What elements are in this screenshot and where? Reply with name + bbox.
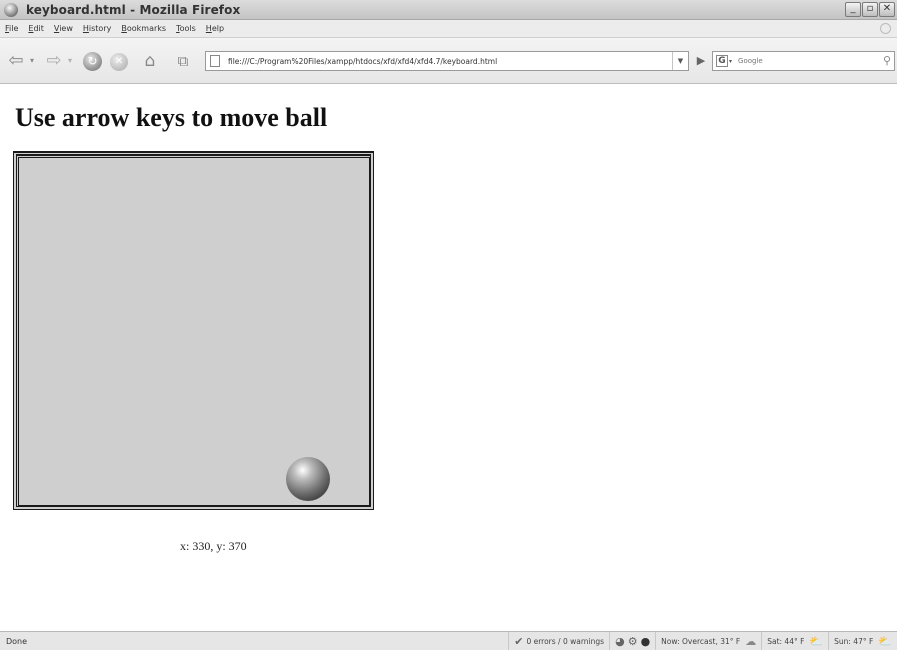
addon-clock-icon[interactable]: ◕	[615, 635, 625, 648]
search-engine-icon[interactable]: G	[716, 55, 728, 67]
url-dropdown-icon[interactable]: ▼	[672, 52, 688, 70]
firefox-globe-icon	[4, 2, 18, 17]
game-canvas[interactable]	[18, 157, 370, 506]
forward-arrow-icon[interactable]: ⇨	[42, 50, 66, 72]
magnifier-icon[interactable]: ⚲	[883, 54, 891, 67]
menu-view[interactable]: View	[54, 24, 73, 33]
stop-icon[interactable]: ✕	[110, 53, 128, 71]
menu-bar: File Edit View History Bookmarks Tools H…	[0, 20, 897, 38]
status-text: Done	[6, 636, 28, 646]
status-right: ✔ 0 errors / 0 warnings ◕ ⚙ ● Now: Overc…	[508, 632, 897, 650]
weather-sun-text: Sun: 47° F	[834, 636, 874, 646]
reload-icon[interactable]: ↻	[83, 52, 102, 71]
check-circle-icon: ✔	[514, 634, 524, 648]
close-button[interactable]: ✕	[879, 2, 895, 17]
game-frame	[13, 151, 374, 510]
errors-warnings-indicator[interactable]: ✔ 0 errors / 0 warnings	[508, 632, 609, 650]
menu-bookmarks[interactable]: Bookmarks	[121, 24, 166, 33]
menu-help[interactable]: Help	[206, 24, 224, 33]
search-box[interactable]: G ▾ ⚲	[712, 51, 895, 71]
window-controls: _ ▫ ✕	[845, 2, 895, 17]
menu-file[interactable]: File	[5, 24, 18, 33]
partly-cloudy-icon: ⛅	[809, 634, 824, 648]
errors-warnings-text: 0 errors / 0 warnings	[526, 636, 605, 646]
addon-gear-icon[interactable]: ⚙	[628, 635, 638, 648]
go-button[interactable]: ▶	[692, 53, 710, 69]
status-bar: Done ✔ 0 errors / 0 warnings ◕ ⚙ ● Now: …	[0, 631, 897, 650]
back-history-dropdown-icon[interactable]: ▾	[28, 50, 36, 72]
window-title: keyboard.html - Mozilla Firefox	[26, 2, 241, 17]
menu-tools[interactable]: Tools	[176, 24, 196, 33]
weather-now-text: Now: Overcast, 31° F	[661, 636, 741, 646]
menu-edit[interactable]: Edit	[28, 24, 44, 33]
minimize-button[interactable]: _	[845, 2, 861, 17]
page-heading: Use arrow keys to move ball	[15, 103, 328, 132]
cloud-icon: ☁	[745, 634, 757, 648]
navigation-toolbar: ⇦ ▾ ⇨ ▾ ↻ ✕ ⌂ ⧉ file:///C:/Program%20Fil…	[0, 38, 897, 84]
search-input[interactable]	[738, 54, 869, 68]
maximize-button[interactable]: ▫	[862, 2, 878, 17]
back-arrow-icon[interactable]: ⇦	[4, 50, 28, 72]
addon-globe-icon[interactable]: ●	[641, 635, 651, 648]
home-icon[interactable]: ⌂	[139, 50, 161, 72]
title-bar: keyboard.html - Mozilla Firefox _ ▫ ✕	[0, 0, 897, 20]
partly-cloudy-icon: ⛅	[878, 634, 892, 648]
weather-sat-text: Sat: 44° F	[767, 636, 805, 646]
page-icon	[210, 55, 220, 67]
new-tab-icon[interactable]: ⧉	[172, 50, 194, 72]
ball	[285, 456, 330, 501]
status-addon-icons: ◕ ⚙ ●	[609, 632, 655, 650]
menu-history[interactable]: History	[83, 24, 111, 33]
url-text[interactable]: file:///C:/Program%20Files/xampp/htdocs/…	[228, 57, 497, 66]
coordinates-readout: x: 330, y: 370	[180, 539, 247, 553]
page-content: Use arrow keys to move ball x: 330, y: 3…	[0, 85, 897, 631]
forward-history-dropdown-icon[interactable]: ▾	[66, 50, 74, 72]
weather-sat[interactable]: Sat: 44° F ⛅	[761, 632, 828, 650]
url-bar[interactable]: file:///C:/Program%20Files/xampp/htdocs/…	[205, 51, 689, 71]
weather-sun[interactable]: Sun: 47° F ⛅	[828, 632, 897, 650]
weather-now[interactable]: Now: Overcast, 31° F ☁	[655, 632, 761, 650]
throbber-icon	[880, 23, 891, 34]
search-engine-dropdown-icon[interactable]: ▾	[729, 58, 732, 65]
